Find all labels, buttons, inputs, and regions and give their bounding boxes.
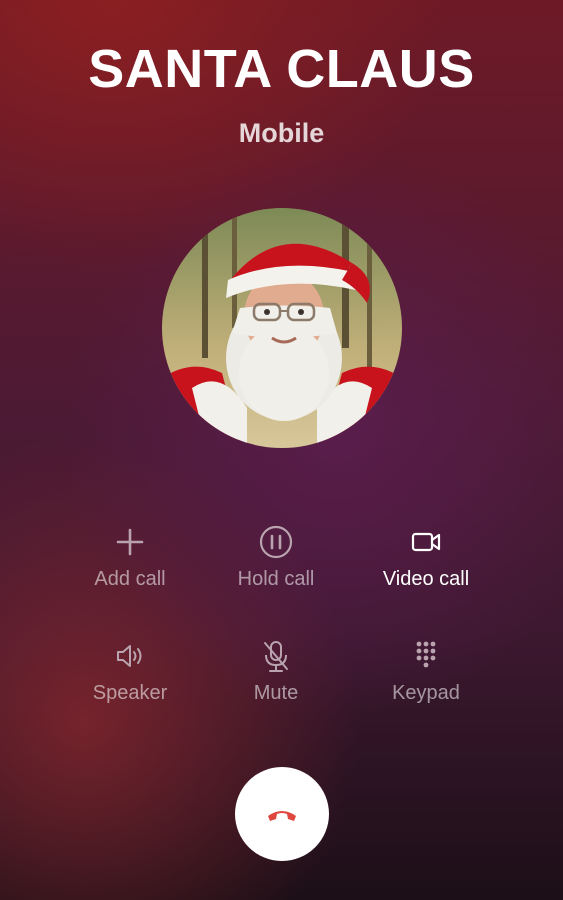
video-call-label: Video call <box>382 568 470 590</box>
caller-avatar <box>162 208 402 448</box>
keypad-label: Keypad <box>392 682 460 704</box>
caller-name: SANTA CLAUS <box>88 39 475 99</box>
video-camera-icon <box>411 532 441 552</box>
keypad-button[interactable]: Keypad <box>351 636 501 705</box>
plus-icon <box>116 528 144 556</box>
caller-type-label: Mobile <box>238 118 325 148</box>
keypad-icon <box>416 641 436 668</box>
video-call-button[interactable]: Video call <box>351 522 501 591</box>
end-call-button[interactable] <box>235 767 329 861</box>
speaker-label: Speaker <box>92 682 168 704</box>
hold-call-label: Hold call <box>237 568 315 590</box>
add-call-button[interactable]: Add call <box>55 522 205 591</box>
mute-label: Mute <box>253 682 299 704</box>
hold-call-button[interactable]: Hold call <box>201 522 351 591</box>
phone-hangup-icon <box>268 811 296 821</box>
speaker-icon <box>117 645 142 667</box>
microphone-muted-icon <box>264 641 288 672</box>
pause-icon <box>259 525 293 559</box>
speaker-button[interactable]: Speaker <box>55 636 205 705</box>
add-call-label: Add call <box>94 568 166 590</box>
mute-button[interactable]: Mute <box>201 636 351 705</box>
